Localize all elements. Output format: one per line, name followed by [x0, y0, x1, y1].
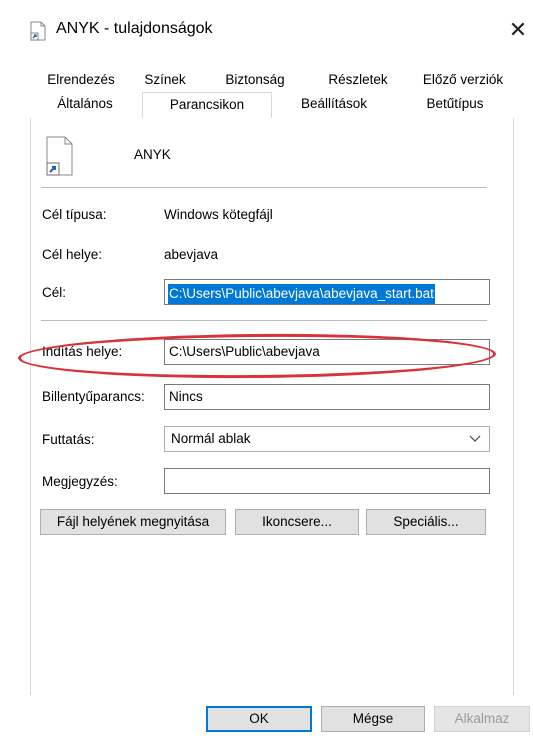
tab-general[interactable]: Általános	[36, 93, 134, 115]
hotkey-input-value: Nincs	[169, 389, 203, 404]
comment-label: Megjegyzés:	[42, 474, 118, 489]
close-button[interactable]: ✕	[505, 16, 531, 44]
target-input-value: C:\Users\Public\abevjava\abevjava_start.…	[168, 284, 435, 304]
comment-input[interactable]	[164, 468, 490, 494]
open-file-location-button[interactable]: Fájl helyének megnyitása	[40, 509, 226, 535]
target-location-value: abevjava	[164, 247, 219, 262]
target-input[interactable]: C:\Users\Public\abevjava\abevjava_start.…	[164, 279, 490, 305]
cancel-button[interactable]: Mégse	[321, 706, 425, 732]
run-select-value: Normál ablak	[171, 431, 251, 446]
shortcut-file-icon	[46, 136, 73, 176]
hotkey-label: Billentyűparancs:	[42, 389, 145, 404]
hotkey-input[interactable]: Nincs	[164, 384, 490, 410]
run-label: Futtatás:	[42, 432, 95, 447]
start-in-input[interactable]: C:\Users\Public\abevjava	[164, 339, 490, 365]
ok-button[interactable]: OK	[206, 706, 312, 732]
chevron-down-icon	[469, 427, 481, 459]
target-type-label: Cél típusa:	[42, 207, 107, 222]
tab-shortcut[interactable]: Parancsikon	[142, 92, 272, 119]
tab-colors[interactable]: Színek	[128, 69, 202, 91]
tab-security[interactable]: Biztonság	[204, 69, 306, 91]
tab-options[interactable]: Beállítások	[272, 93, 396, 115]
change-icon-button[interactable]: Ikoncsere...	[235, 509, 359, 535]
start-in-label: Indítás helye:	[42, 344, 123, 359]
shortcut-name: ANYK	[134, 147, 171, 162]
tab-details[interactable]: Részletek	[308, 69, 408, 91]
tab-previous-versions[interactable]: Előző verziók	[410, 69, 516, 91]
start-in-input-value: C:\Users\Public\abevjava	[169, 344, 320, 359]
title-bar: ANYK - tulajdonságok ✕	[0, 0, 533, 62]
separator	[41, 320, 487, 321]
target-location-label: Cél helye:	[42, 247, 103, 262]
apply-button[interactable]: Alkalmaz	[434, 706, 530, 732]
advanced-button[interactable]: Speciális...	[366, 509, 486, 535]
tab-font[interactable]: Betűtípus	[398, 93, 512, 115]
target-type-value: Windows kötegfájl	[164, 207, 273, 222]
target-label: Cél:	[42, 285, 67, 300]
shortcut-file-icon	[30, 21, 46, 41]
separator	[41, 187, 487, 188]
window-title: ANYK - tulajdonságok	[56, 20, 213, 37]
close-icon: ✕	[508, 17, 528, 42]
run-select[interactable]: Normál ablak	[164, 426, 490, 452]
tab-layout[interactable]: Elrendezés	[36, 69, 126, 91]
